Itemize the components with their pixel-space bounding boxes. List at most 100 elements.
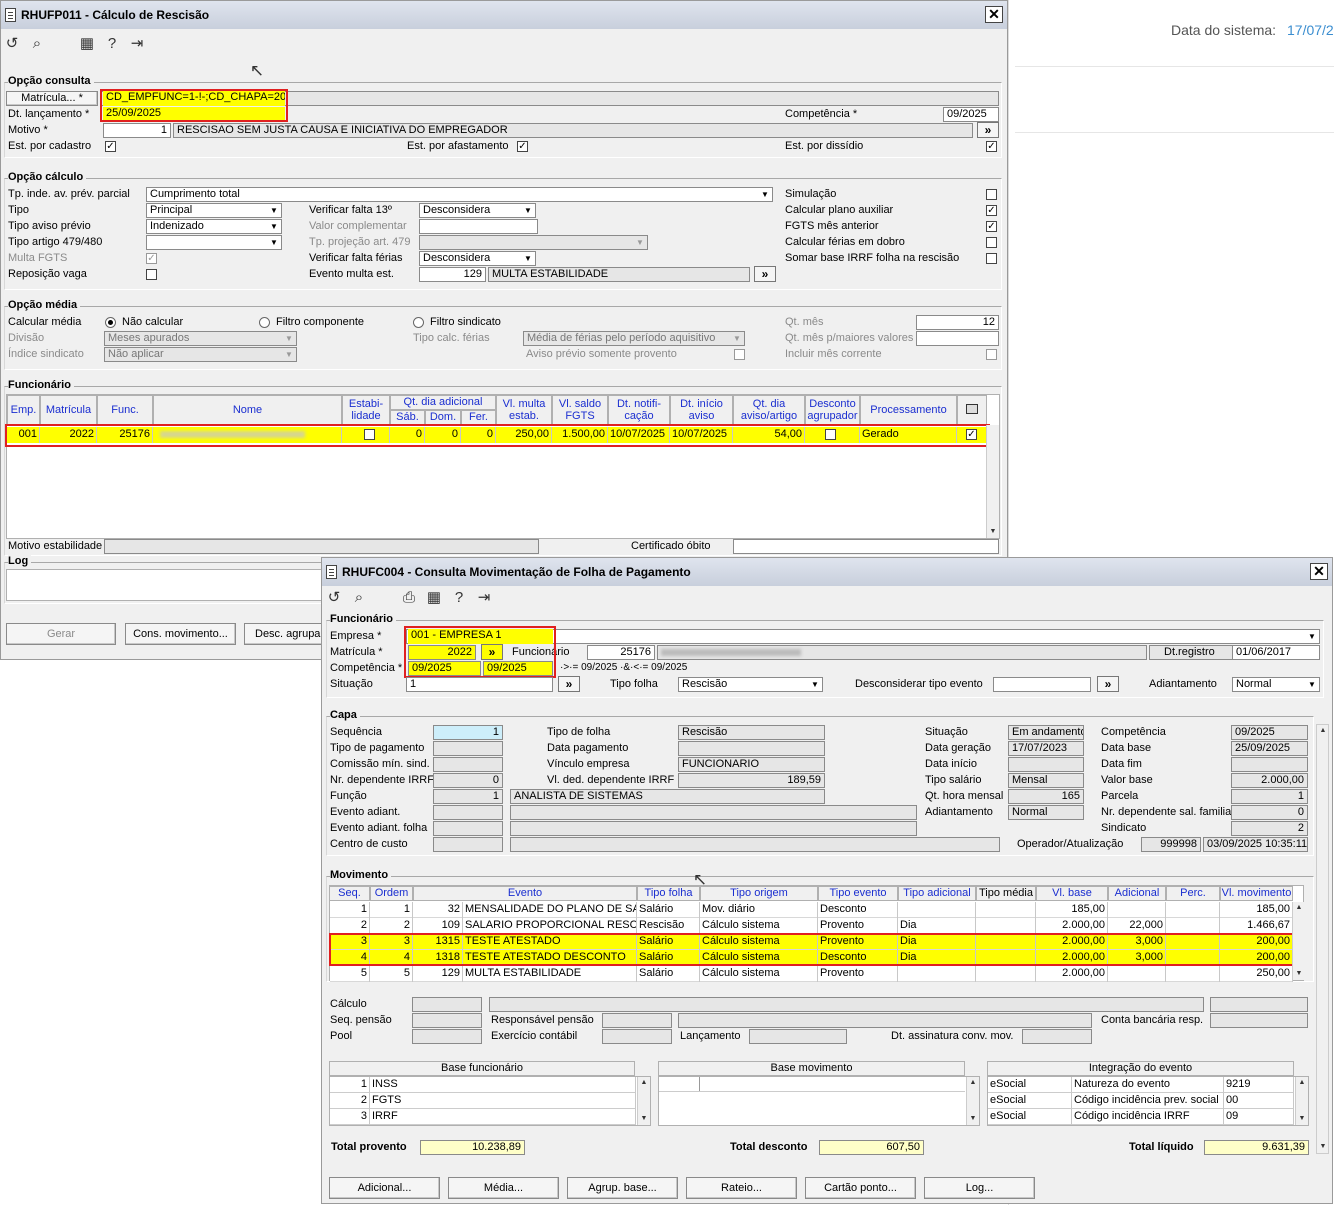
scroll-down-icon[interactable]: ▼: [1317, 1141, 1329, 1153]
print-icon[interactable]: ⎙: [399, 588, 419, 608]
adicional-button[interactable]: Adicional...: [329, 1177, 440, 1199]
integracao-header[interactable]: Integração do evento: [987, 1061, 1294, 1076]
col-tipo-media[interactable]: Tipo média: [976, 886, 1036, 901]
help-icon[interactable]: ?: [102, 34, 122, 54]
base-func-scrollbar[interactable]: ▲ ▼: [637, 1077, 650, 1125]
scroll-down-icon[interactable]: ▼: [638, 1113, 650, 1125]
base-movimento-row[interactable]: [659, 1077, 965, 1092]
col-fer[interactable]: Fer.: [461, 410, 496, 425]
agrup-base-button[interactable]: Agrup. base...: [567, 1177, 678, 1199]
desconsiderar-lookup-button[interactable]: »: [1097, 676, 1119, 692]
refresh-icon[interactable]: ↺: [324, 588, 344, 608]
col-vl-base[interactable]: Vl. base: [1036, 886, 1108, 901]
evento-multa-code[interactable]: 129: [419, 267, 486, 282]
search-icon[interactable]: ⌕: [349, 588, 369, 608]
col-select-all[interactable]: [957, 395, 987, 425]
calc-ferias-checkbox[interactable]: [986, 237, 997, 248]
col-sab[interactable]: Sáb.: [390, 410, 425, 425]
col-tipo-adicional[interactable]: Tipo adicional: [898, 886, 976, 901]
filtro-sindicato-radio[interactable]: [413, 317, 424, 328]
col-nome[interactable]: Nome: [153, 395, 342, 425]
cartao-ponto-button[interactable]: Cartão ponto...: [805, 1177, 916, 1199]
base-func-name[interactable]: INSS: [370, 1077, 636, 1093]
cons-movimento-button[interactable]: Cons. movimento...: [125, 623, 236, 645]
scroll-down-icon[interactable]: ▼: [967, 1113, 979, 1125]
media-button[interactable]: Média...: [448, 1177, 559, 1199]
close-button[interactable]: ✕: [1310, 563, 1328, 580]
situacao-field[interactable]: 1: [406, 677, 553, 692]
somar-base-checkbox[interactable]: [986, 253, 997, 264]
tipo-folha-select[interactable]: Rescisão ▼: [678, 677, 823, 692]
base-func-name[interactable]: IRRF: [370, 1109, 636, 1125]
col-dom[interactable]: Dom.: [425, 410, 461, 425]
fgts-mes-checkbox[interactable]: ✓: [986, 221, 997, 232]
gerar-button[interactable]: Gerar: [6, 623, 116, 645]
col-adicional[interactable]: Adicional: [1108, 886, 1166, 901]
tipo-artigo-select[interactable]: ▼: [146, 235, 282, 250]
motivo-code-field[interactable]: 1: [103, 123, 171, 138]
tipo-aviso-select[interactable]: Indenizado ▼: [146, 219, 282, 234]
col-processamento[interactable]: Processamento: [860, 395, 957, 425]
simulacao-checkbox[interactable]: [986, 189, 997, 200]
est-cadastro-checkbox[interactable]: ✓: [105, 141, 116, 152]
filtro-componente-radio[interactable]: [259, 317, 270, 328]
calc-plano-checkbox[interactable]: ✓: [986, 205, 997, 216]
base-mov-scrollbar[interactable]: ▲ ▼: [966, 1077, 979, 1125]
cert-obito-field[interactable]: [733, 539, 999, 554]
sequencia-field[interactable]: 1: [433, 725, 503, 740]
scroll-down-icon[interactable]: ▼: [987, 526, 999, 538]
col-matricula[interactable]: Matrícula: [40, 395, 97, 425]
scroll-down-icon[interactable]: ▼: [1296, 1113, 1308, 1125]
log-button[interactable]: Log...: [924, 1177, 1035, 1199]
col-vl-saldo[interactable]: Vl. saldo FGTS: [552, 395, 608, 425]
scroll-up-icon[interactable]: ▲: [1296, 1077, 1308, 1089]
base-funcionario-header[interactable]: Base funcionário: [329, 1061, 635, 1076]
col-dt-notificacao[interactable]: Dt. notifi- cação: [608, 395, 670, 425]
close-button[interactable]: ✕: [985, 6, 1003, 23]
col-seq[interactable]: Seq.: [329, 886, 370, 901]
refresh-icon[interactable]: ↺: [2, 34, 22, 54]
movement-scrollbar[interactable]: ▲ ▼: [1292, 902, 1305, 980]
qt-mes-maior-field[interactable]: [916, 331, 999, 346]
help-icon[interactable]: ?: [449, 588, 469, 608]
motivo-lookup-button[interactable]: »: [977, 122, 999, 138]
adiantamento-select[interactable]: Normal ▼: [1232, 677, 1320, 692]
search-icon[interactable]: ⌕: [27, 34, 47, 54]
exit-icon[interactable]: ⇥: [127, 34, 147, 54]
col-qt-dia-aviso[interactable]: Qt. dia aviso/artigo: [733, 395, 805, 425]
rateio-button[interactable]: Rateio...: [686, 1177, 797, 1199]
grid-scrollbar[interactable]: ▼: [986, 425, 999, 538]
est-afastamento-checkbox[interactable]: ✓: [517, 141, 528, 152]
reposicao-checkbox[interactable]: [146, 269, 157, 280]
scroll-up-icon[interactable]: ▲: [638, 1077, 650, 1089]
verif13-select[interactable]: Desconsidera ▼: [419, 203, 536, 218]
col-perc[interactable]: Perc.: [1166, 886, 1220, 901]
tp-inde-select[interactable]: Cumprimento total ▼: [146, 187, 773, 202]
base-movimento-header[interactable]: Base movimento: [658, 1061, 965, 1076]
col-estabilidade[interactable]: Estabi- lidade: [342, 395, 390, 425]
calendar-icon[interactable]: ▦: [424, 588, 444, 608]
exit-icon[interactable]: ⇥: [474, 588, 494, 608]
col-tipo-origem[interactable]: Tipo origem: [700, 886, 818, 901]
est-dissidio-checkbox[interactable]: ✓: [986, 141, 997, 152]
col-vl-multa[interactable]: Vl. multa estab.: [496, 395, 552, 425]
nao-calcular-radio[interactable]: [105, 317, 116, 328]
situacao-lookup-button[interactable]: »: [558, 676, 580, 692]
col-tipo-evento[interactable]: Tipo evento: [818, 886, 898, 901]
desconsiderar-field[interactable]: [993, 677, 1091, 692]
col-qt-dia-adicional[interactable]: Qt. dia adicional: [390, 395, 496, 410]
col-emp[interactable]: Emp.: [7, 395, 40, 425]
competencia-field[interactable]: 09/2025: [943, 107, 999, 122]
main-scrollbar[interactable]: ▲ ▼: [1316, 724, 1329, 1154]
evento-multa-lookup-button[interactable]: »: [754, 266, 776, 282]
valor-complementar-field[interactable]: [419, 219, 538, 234]
scroll-up-icon[interactable]: ▲: [1317, 725, 1329, 737]
tipo-select[interactable]: Principal ▼: [146, 203, 282, 218]
verif-ferias-select[interactable]: Desconsidera ▼: [419, 251, 536, 266]
matricula-button[interactable]: Matrícula... *: [6, 91, 98, 106]
scroll-down-icon[interactable]: ▼: [1293, 968, 1305, 980]
col-vl-movimento[interactable]: Vl. movimento: [1220, 886, 1293, 901]
calendar-icon[interactable]: ▦: [77, 34, 97, 54]
col-desconto[interactable]: Desconto agrupador: [805, 395, 860, 425]
qt-mes-field[interactable]: 12: [916, 315, 999, 330]
